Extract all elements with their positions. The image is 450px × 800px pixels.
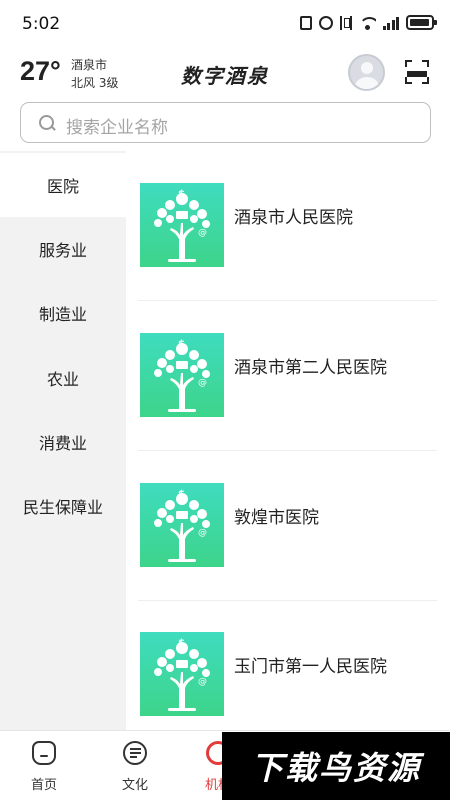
list-item-name: 玉门市第一人民医院 (234, 657, 387, 677)
svg-text:$: $ (178, 339, 185, 350)
list-item-name: 敦煌市医院 (234, 508, 319, 528)
category-item-livelihood[interactable]: 民生保障业 (0, 474, 126, 538)
status-time: 5:02 (22, 14, 61, 34)
nfc-icon (299, 15, 312, 30)
weather-wind: 北风 3级 (71, 76, 119, 90)
search-icon (39, 115, 55, 131)
weather-city: 酒泉市 (71, 58, 108, 72)
header: 27° 酒泉市 北风 3级 数字酒泉 (0, 50, 450, 100)
category-sidebar: 医院 服务业 制造业 农业 消费业 民生保障业 (0, 151, 126, 730)
scan-button[interactable] (405, 60, 429, 84)
svg-text:$: $ (178, 489, 185, 500)
svg-text:$: $ (178, 638, 185, 649)
svg-text:@: @ (198, 677, 207, 687)
culture-icon (123, 741, 147, 765)
app-title: 数字酒泉 (181, 64, 269, 88)
money-tree-icon: $ @ (140, 333, 224, 417)
nav-tab-home[interactable]: 首页 (4, 731, 84, 800)
category-item-manufacturing[interactable]: 制造业 (0, 281, 126, 345)
search-placeholder: 搜索企业名称 (66, 118, 168, 138)
avatar[interactable] (348, 54, 385, 91)
nav-label: 首页 (30, 778, 57, 793)
watermark-text: 下载鸟资源 (250, 749, 421, 787)
nav-label: 文化 (121, 778, 148, 793)
category-item-agriculture[interactable]: 农业 (0, 346, 126, 410)
watermark: 下载鸟资源 (222, 732, 450, 800)
svg-text:$: $ (178, 189, 185, 200)
svg-text:@: @ (198, 228, 207, 238)
battery-icon (406, 15, 437, 30)
nav-tab-culture[interactable]: 文化 (95, 731, 175, 800)
list-item[interactable]: $ @ 酒泉市人民医院 (138, 151, 437, 301)
list-item[interactable]: $ @ 酒泉市第二人民医院 (138, 301, 437, 451)
scan-icon (407, 71, 427, 77)
vibrate-icon (339, 15, 352, 30)
home-icon (32, 741, 56, 765)
status-bar: 5:02 (0, 0, 450, 50)
list-item-name: 酒泉市第二人民医院 (234, 358, 387, 378)
category-item-hospital[interactable]: 医院 (0, 153, 126, 217)
category-item-consumer[interactable]: 消费业 (0, 410, 126, 474)
svg-text:@: @ (198, 378, 207, 388)
money-tree-icon: $ @ (140, 183, 224, 267)
status-icons (299, 15, 437, 30)
money-tree-icon: $ @ (140, 632, 224, 716)
svg-text:@: @ (198, 528, 207, 538)
alarm-icon (318, 15, 333, 30)
signal-icon (382, 16, 399, 30)
list-item[interactable]: $ @ 敦煌市医院 (138, 451, 437, 601)
wifi-icon (358, 16, 376, 30)
category-item-service[interactable]: 服务业 (0, 217, 126, 281)
search-input[interactable]: 搜索企业名称 (20, 102, 431, 143)
list-item[interactable]: $ @ 玉门市第一人民医院 (138, 600, 437, 750)
temperature: 27° (20, 56, 61, 86)
money-tree-icon: $ @ (140, 483, 224, 567)
list-item-name: 酒泉市人民医院 (234, 208, 353, 228)
